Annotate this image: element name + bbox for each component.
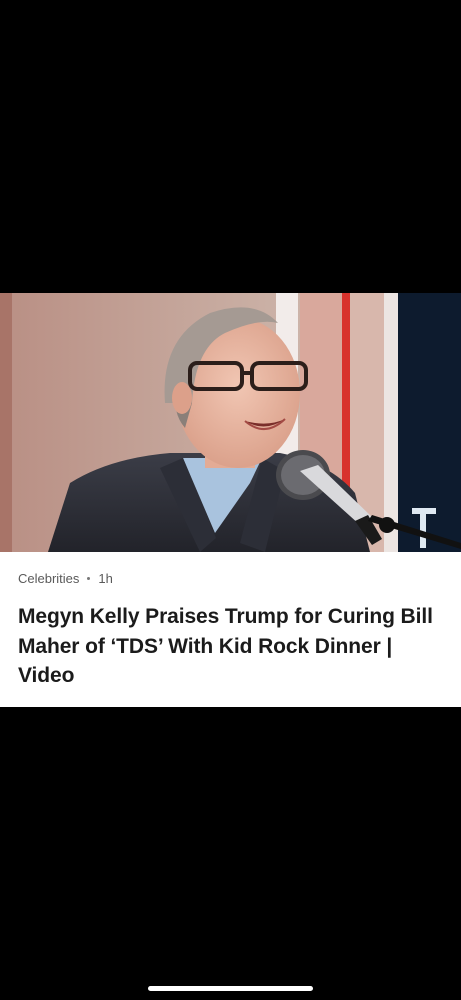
home-indicator[interactable] <box>148 986 313 991</box>
video-letterbox-top <box>0 0 461 293</box>
article-time: 1h <box>98 571 113 586</box>
article-card[interactable]: Celebrities 1h Megyn Kelly Praises Trump… <box>0 293 461 707</box>
hero-photo <box>0 293 461 552</box>
article-headline[interactable]: Megyn Kelly Praises Trump for Curing Bil… <box>18 602 448 691</box>
article-hero-image[interactable] <box>0 293 461 552</box>
separator-dot-icon <box>87 577 91 580</box>
article-category[interactable]: Celebrities <box>18 571 79 586</box>
article-meta: Celebrities 1h <box>18 571 113 586</box>
